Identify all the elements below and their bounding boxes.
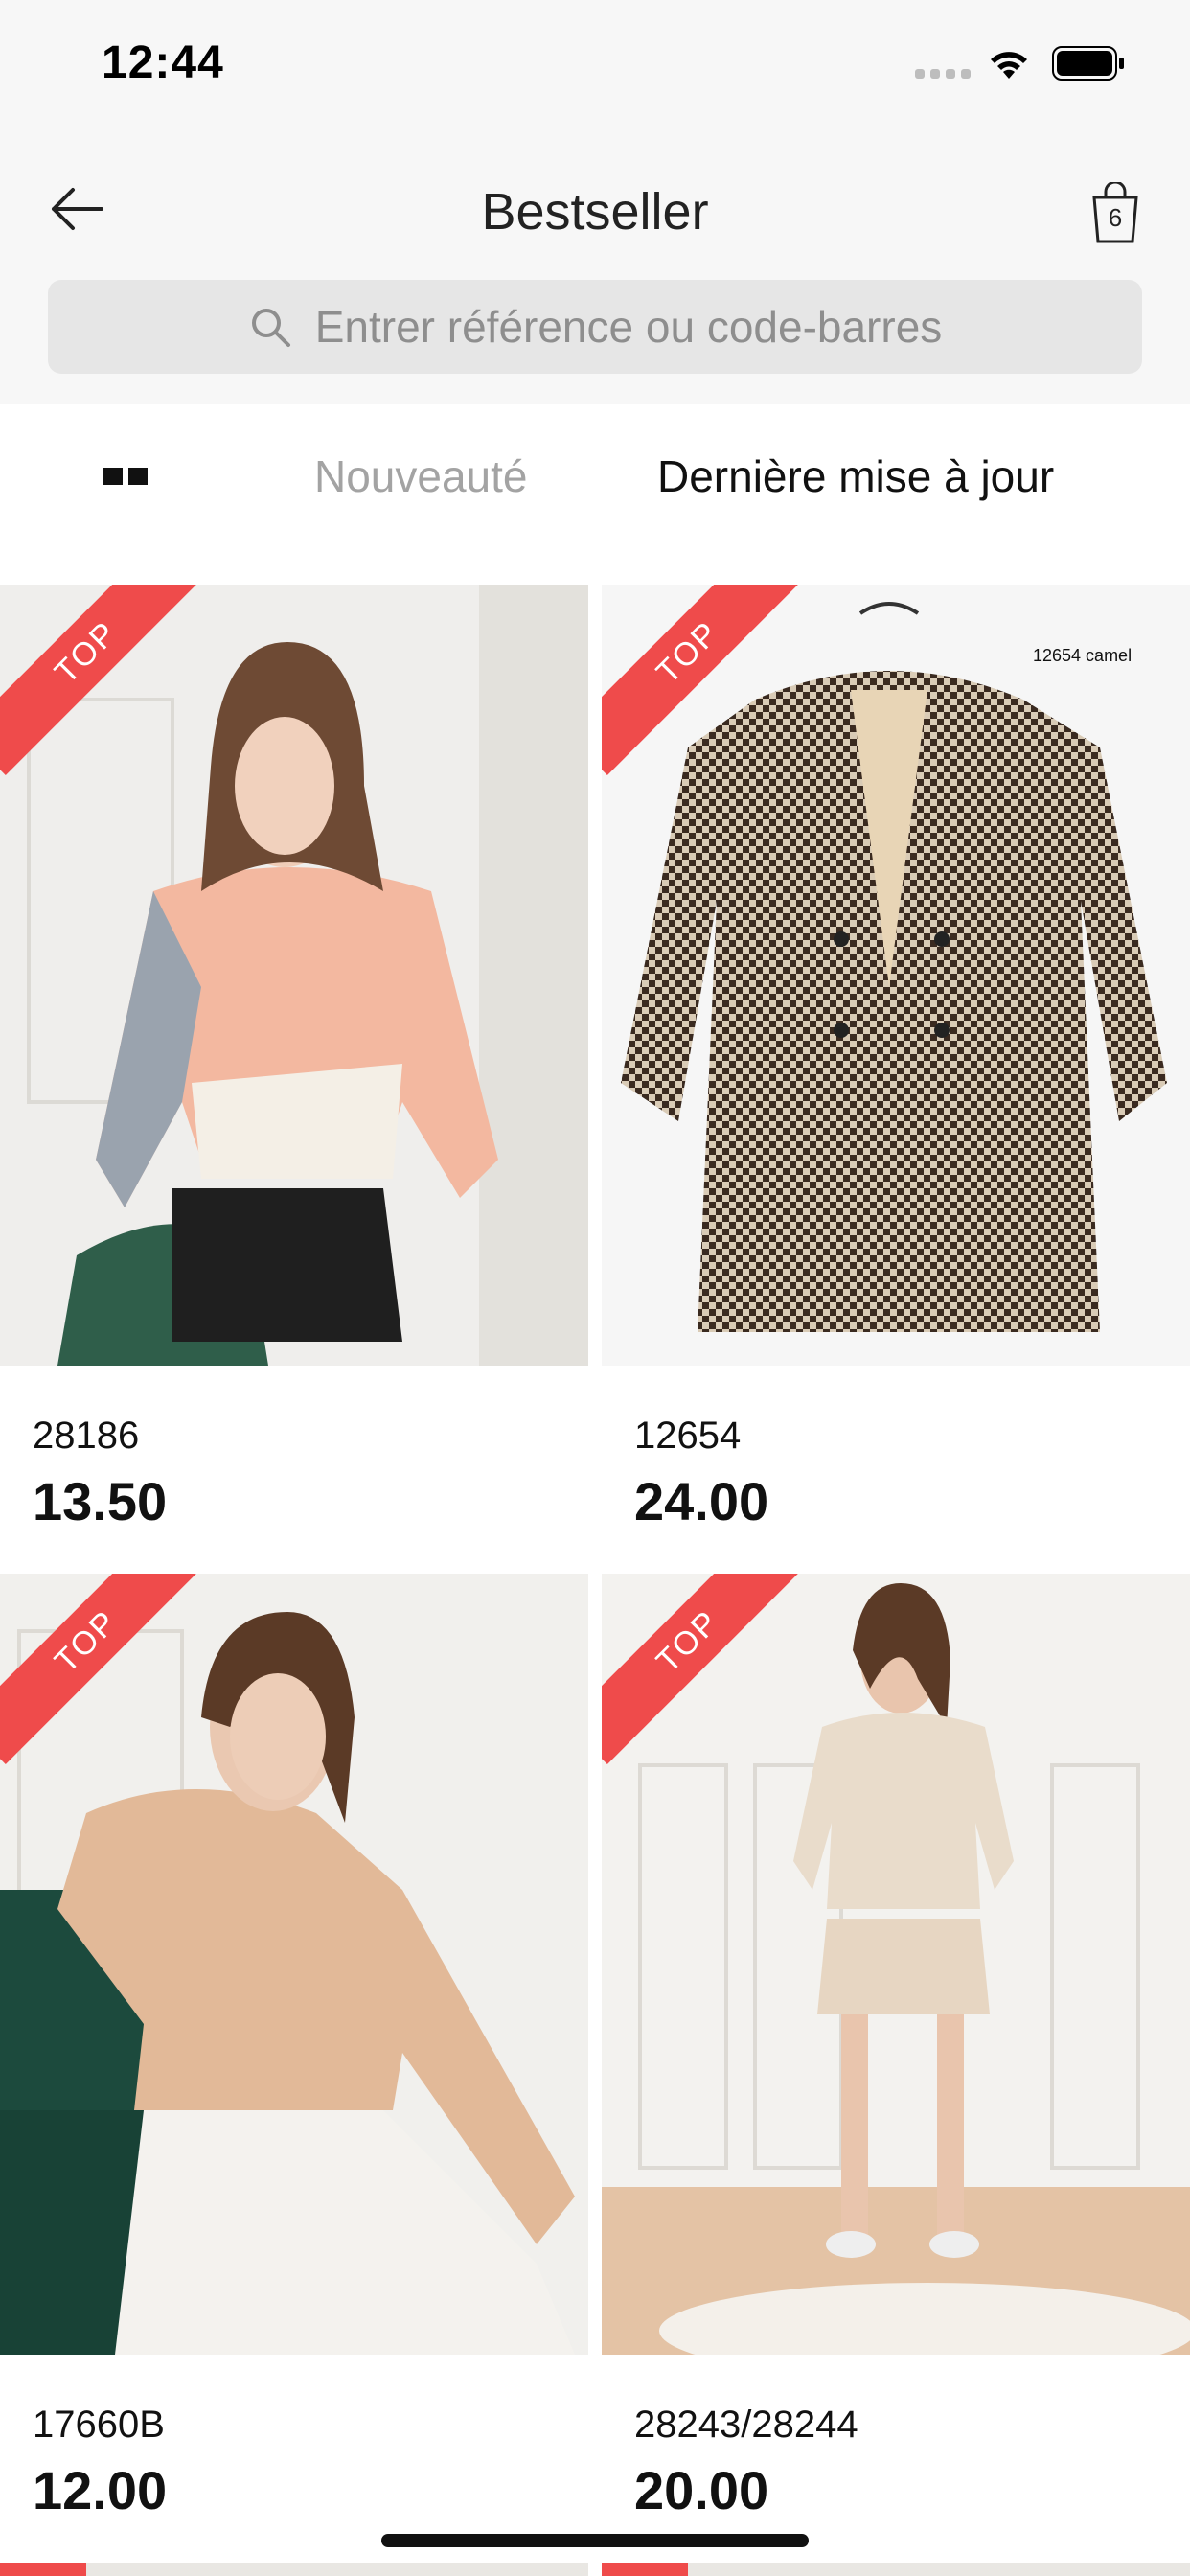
product-price: 12.00: [33, 2460, 168, 2520]
product-image[interactable]: TOP: [0, 1574, 588, 2355]
product-card[interactable]: 12654 camel TOP 12654 24.00: [602, 585, 1190, 1572]
filter-bar: Nouveauté Dernière mise à jour: [0, 404, 1190, 548]
tab-last-updated[interactable]: Dernière mise à jour: [657, 450, 1054, 502]
battery-icon: [1052, 46, 1124, 80]
status-time: 12:44: [102, 37, 224, 88]
product-reference: 28243/28244: [634, 2404, 858, 2446]
top-badge-partial: [602, 2563, 688, 2576]
product-reference: 28186: [33, 1414, 140, 1457]
product-price: 13.50: [33, 1471, 168, 1531]
product-image[interactable]: 12654 camel TOP: [602, 585, 1190, 1366]
tab-new[interactable]: Nouveauté: [314, 450, 528, 502]
product-price: 24.00: [634, 1471, 769, 1531]
product-price: 20.00: [634, 2460, 769, 2520]
navigation-bar: Bestseller 6 Entrer référence ou code-ba…: [0, 134, 1190, 404]
product-reference: 12654: [634, 1414, 742, 1457]
image-caption: 12654 camel: [1033, 646, 1132, 665]
product-card[interactable]: TOP 28186 13.50: [0, 585, 588, 1572]
product-image[interactable]: TOP: [602, 1574, 1190, 2355]
page-title: Bestseller: [481, 183, 709, 241]
wifi-icon: [991, 52, 1027, 79]
search-placeholder: Entrer référence ou code-barres: [314, 302, 943, 352]
product-image[interactable]: TOP: [0, 585, 588, 1366]
product-card-partial[interactable]: [602, 2563, 1190, 2576]
product-card[interactable]: TOP 28243/28244 20.00: [602, 1574, 1190, 2561]
status-bar: 12:44: [0, 0, 1190, 134]
search-icon: [251, 309, 290, 347]
product-card[interactable]: TOP 17660B 12.00: [0, 1574, 588, 2561]
product-reference: 17660B: [33, 2404, 165, 2446]
top-badge-partial: [0, 2563, 86, 2576]
cellular-signal-icon: [915, 69, 971, 79]
product-card-partial[interactable]: [0, 2563, 588, 2576]
home-indicator[interactable]: [381, 2534, 809, 2547]
grid-view-toggle-icon[interactable]: [103, 468, 148, 485]
search-input[interactable]: Entrer référence ou code-barres: [48, 280, 1142, 374]
cart-button[interactable]: 6: [1088, 182, 1142, 243]
cart-count-badge: 6: [1108, 203, 1123, 232]
